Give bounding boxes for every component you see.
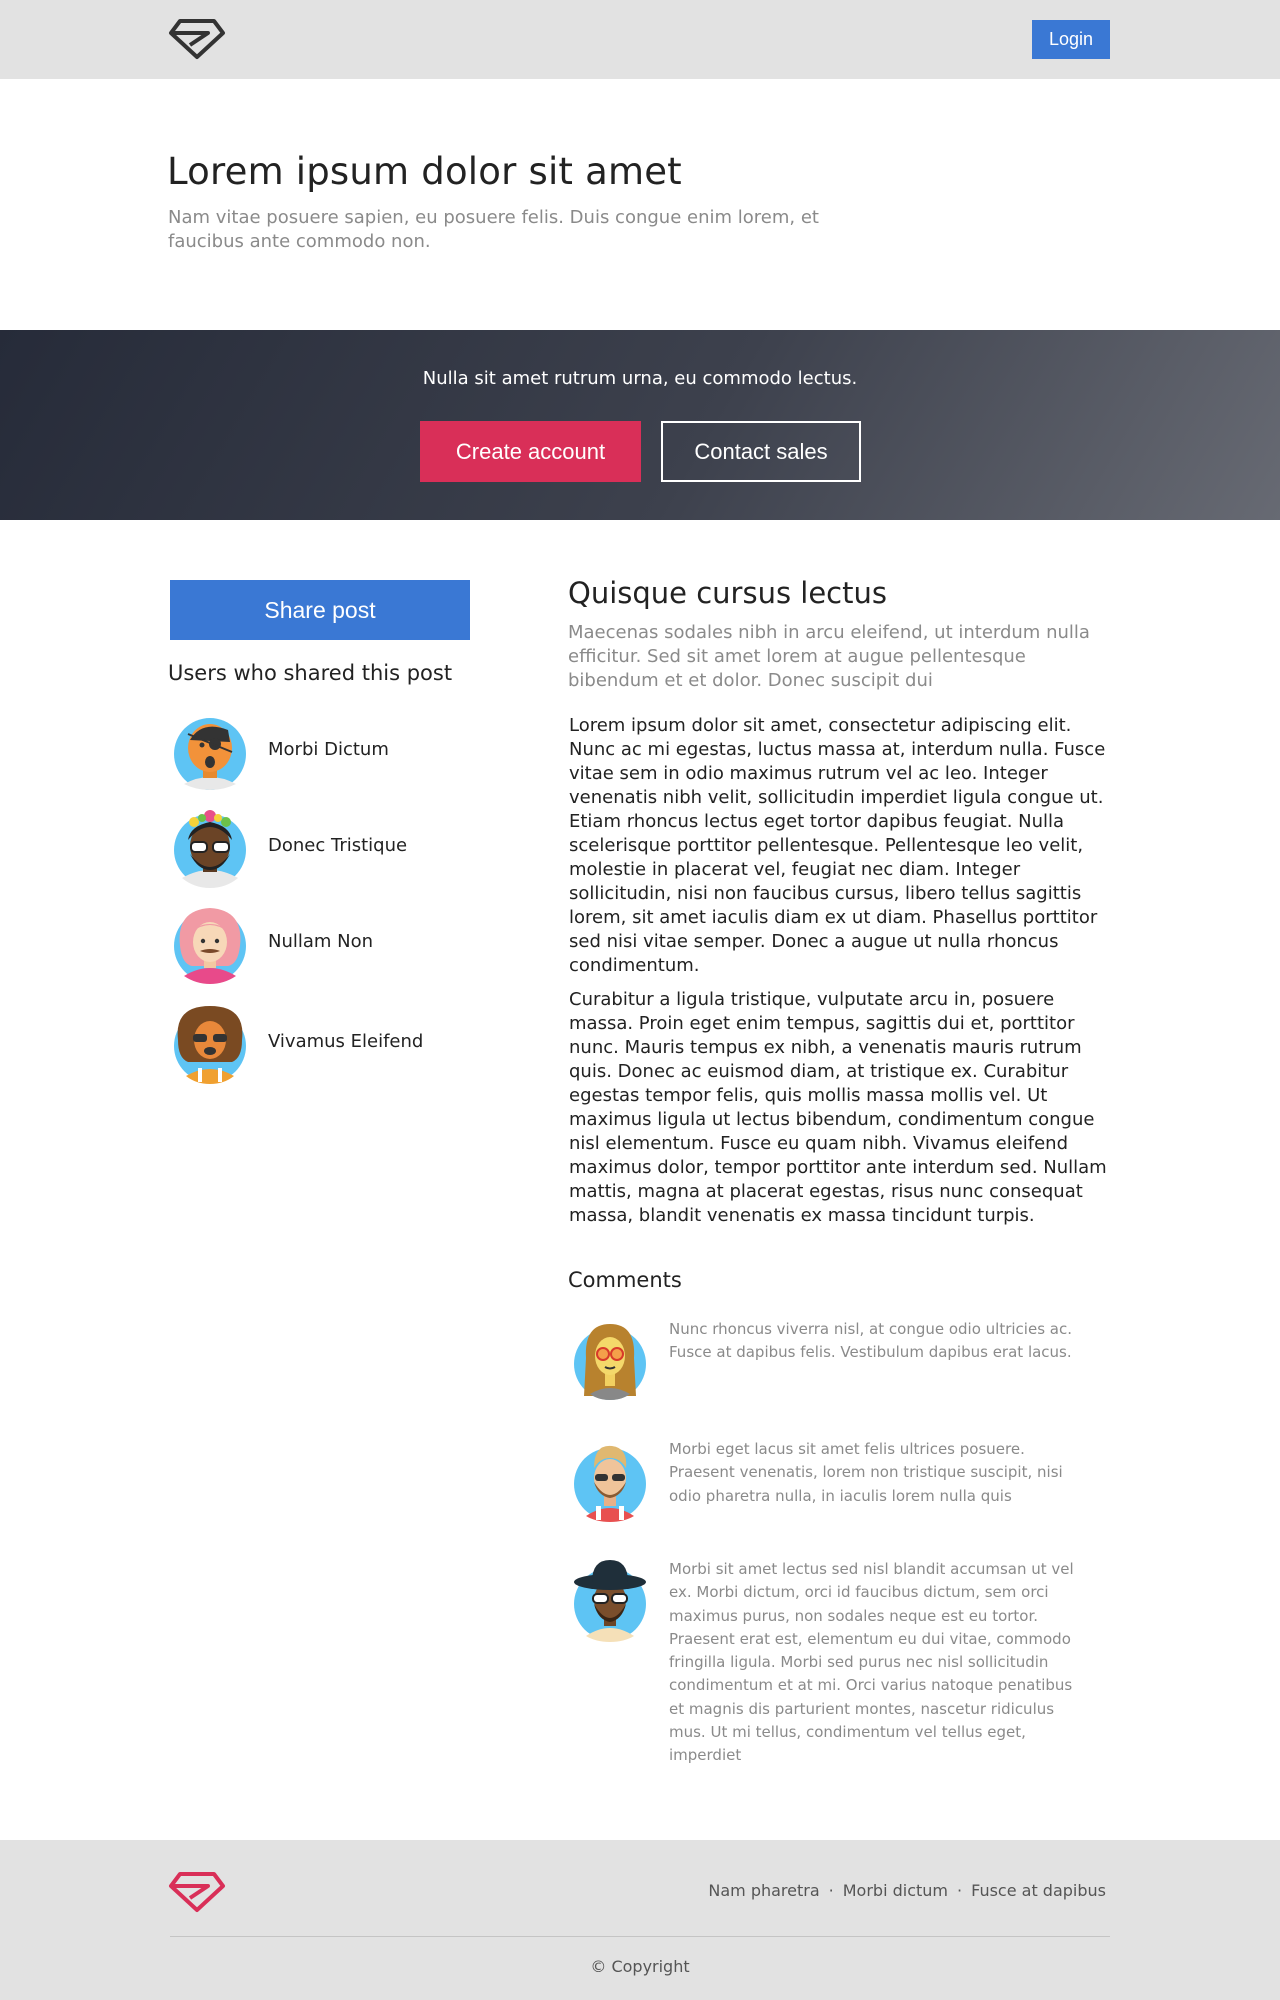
cta-text: Nulla sit amet rutrum urna, eu commodo l… [422, 368, 858, 389]
cta-banner: Nulla sit amet rutrum urna, eu commodo l… [0, 330, 1280, 520]
shared-user-item[interactable]: Nullam Non [172, 904, 472, 984]
footer-link[interactable]: Nam pharetra [708, 1881, 819, 1900]
post-paragraph: Lorem ipsum dolor sit amet, consectetur … [569, 715, 1106, 976]
login-button[interactable]: Login [1032, 20, 1110, 59]
contact-sales-button[interactable]: Contact sales [661, 421, 861, 482]
comment-text: Morbi sit amet lectus sed nisl blandit a… [669, 1560, 1074, 1765]
share-post-button[interactable]: Share post [170, 580, 470, 640]
shared-user-name: Donec Tristique [268, 835, 408, 856]
shared-user-item[interactable]: Donec Tristique [172, 808, 472, 888]
hat-beard-avatar-icon [574, 1560, 646, 1642]
flower-crown-avatar-icon [174, 810, 246, 888]
pirate-avatar-icon [174, 718, 246, 790]
comment-text: Nunc rhoncus viverra nisl, at congue odi… [669, 1320, 1072, 1362]
shared-users-heading: Users who shared this post [168, 661, 453, 685]
shared-user-item[interactable]: Vivamus Eleifend [172, 1004, 472, 1084]
footer-links: Nam pharetra · Morbi dictum · Fusce at dapib… [708, 1881, 1106, 1900]
page-title: Lorem ipsum dolor sit amet [167, 150, 682, 193]
create-account-button[interactable]: Create account [420, 421, 641, 482]
post-title: Quisque cursus lectus [568, 576, 887, 610]
comments-heading: Comments [568, 1268, 682, 1292]
pink-hair-avatar-icon [174, 908, 246, 984]
long-hair-glasses-avatar-icon [574, 1324, 646, 1400]
page-subtitle: Nam vitae posuere sapien, eu posuere fel… [168, 207, 819, 252]
shared-user-name: Morbi Dictum [268, 739, 389, 760]
post-lead: Maecenas sodales nibh in arcu eleifend, … [568, 622, 1090, 691]
footer-link[interactable]: Morbi dictum [843, 1881, 948, 1900]
diamond-logo-icon[interactable] [168, 17, 226, 61]
blond-beard-avatar-icon [574, 1445, 646, 1522]
footer-separator: · [828, 1881, 834, 1900]
comment-text: Morbi eget lacus sit amet felis ultrices… [669, 1440, 1063, 1505]
shared-user-name: Nullam Non [268, 931, 374, 952]
footer-separator: · [957, 1881, 963, 1900]
curly-hair-avatar-icon [174, 1006, 246, 1084]
shared-user-name: Vivamus Eleifend [268, 1031, 424, 1052]
post-paragraph: Curabitur a ligula tristique, vulputate … [569, 989, 1107, 1226]
top-nav: Login [0, 0, 1280, 79]
footer-divider [170, 1936, 1110, 1937]
footer: Nam pharetra · Morbi dictum · Fusce at dapib… [0, 1840, 1280, 2000]
diamond-logo-icon[interactable] [168, 1870, 226, 1914]
footer-link[interactable]: Fusce at dapibus [971, 1881, 1106, 1900]
copyright: © Copyright [590, 1957, 690, 1976]
shared-user-item[interactable]: Morbi Dictum [172, 712, 472, 792]
